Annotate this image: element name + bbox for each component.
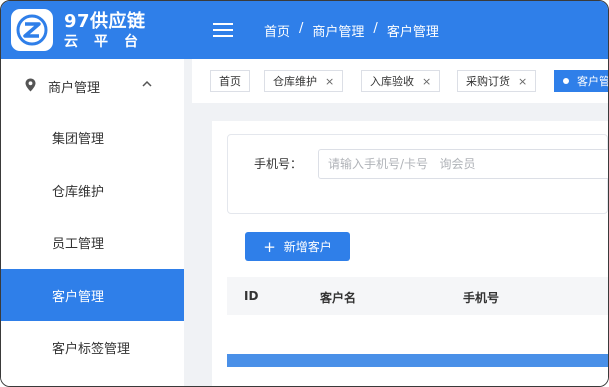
table-header: ID 客户名 手机号 xyxy=(227,277,608,315)
horizontal-scrollbar[interactable] xyxy=(227,354,608,367)
sidebar-group-merchant[interactable]: 商户管理 xyxy=(1,59,184,111)
add-customer-label: 新增客户 xyxy=(283,240,332,254)
sidebar-item-customer-management[interactable]: 客户管理 xyxy=(1,269,184,321)
close-icon[interactable]: × xyxy=(422,75,431,88)
tab-inbound-inspection[interactable]: 入库验收 × xyxy=(361,70,441,92)
app-window: 97供应链 云平台 首页 / 商户管理 / 客户管理 商户管理 集团管理 仓库维… xyxy=(0,0,609,387)
active-dot-icon xyxy=(563,78,569,84)
breadcrumb-item-current: 客户管理 xyxy=(386,25,439,40)
menu-toggle-icon[interactable] xyxy=(213,23,233,37)
sidebar-group-label: 商户管理 xyxy=(48,81,101,96)
tab-customer-management[interactable]: 客户管 xyxy=(554,70,609,92)
sidebar-item-label: 仓库维护 xyxy=(52,185,105,200)
sidebar-item-label: 员工管理 xyxy=(52,237,105,252)
tab-label: 首页 xyxy=(219,75,241,88)
breadcrumb-separator: / xyxy=(299,21,304,36)
column-header-phone[interactable]: 手机号 xyxy=(463,289,499,306)
tabs-bar: 首页 仓库维护 × 入库验收 × 采购订货 × 客户管 xyxy=(192,59,608,103)
tab-label: 采购订货 xyxy=(466,75,510,88)
tab-label: 入库验收 xyxy=(370,75,414,88)
sidebar-item-customer-tag-management[interactable]: 客户标签管理 xyxy=(1,321,184,373)
breadcrumb: 首页 / 商户管理 / 客户管理 xyxy=(264,21,439,40)
brand-name: 97供应链 xyxy=(64,11,146,32)
tab-label: 客户管 xyxy=(577,75,609,88)
sidebar-item-warehouse-maintenance[interactable]: 仓库维护 xyxy=(1,164,184,216)
sidebar-item-label: 集团管理 xyxy=(52,132,105,147)
tab-home[interactable]: 首页 xyxy=(210,70,250,92)
add-customer-button[interactable]: + 新增客户 xyxy=(245,232,350,261)
tab-purchase-order[interactable]: 采购订货 × xyxy=(457,70,537,92)
phone-field-label: 手机号： xyxy=(254,157,303,171)
sidebar-item-staff-management[interactable]: 员工管理 xyxy=(1,216,184,268)
tab-label: 仓库维护 xyxy=(273,75,317,88)
column-header-customer-name[interactable]: 客户名 xyxy=(320,289,356,306)
breadcrumb-separator: / xyxy=(373,21,378,36)
sidebar-item-label: 客户管理 xyxy=(52,290,105,305)
brand-logo xyxy=(11,9,53,51)
top-header-bar: 97供应链 云平台 首页 / 商户管理 / 客户管理 xyxy=(1,1,608,59)
brand-subtitle: 云平台 xyxy=(64,34,154,50)
close-icon[interactable]: × xyxy=(518,75,527,88)
location-pin-icon xyxy=(25,78,36,92)
chevron-up-icon xyxy=(142,80,152,87)
logo-icon xyxy=(16,14,48,46)
breadcrumb-item-home[interactable]: 首页 xyxy=(264,21,290,40)
sidebar: 商户管理 集团管理 仓库维护 员工管理 客户管理 客户标签管理 xyxy=(1,59,184,386)
tab-warehouse-maintenance[interactable]: 仓库维护 × xyxy=(264,70,344,92)
sidebar-item-label: 客户标签管理 xyxy=(52,342,131,357)
close-icon[interactable]: × xyxy=(325,75,334,88)
phone-search-input[interactable] xyxy=(318,149,608,179)
column-header-id[interactable]: ID xyxy=(244,289,258,303)
breadcrumb-item-merchant[interactable]: 商户管理 xyxy=(312,21,364,40)
plus-icon: + xyxy=(263,237,276,256)
sidebar-divider xyxy=(184,59,192,386)
sidebar-item-group-management[interactable]: 集团管理 xyxy=(1,111,184,163)
